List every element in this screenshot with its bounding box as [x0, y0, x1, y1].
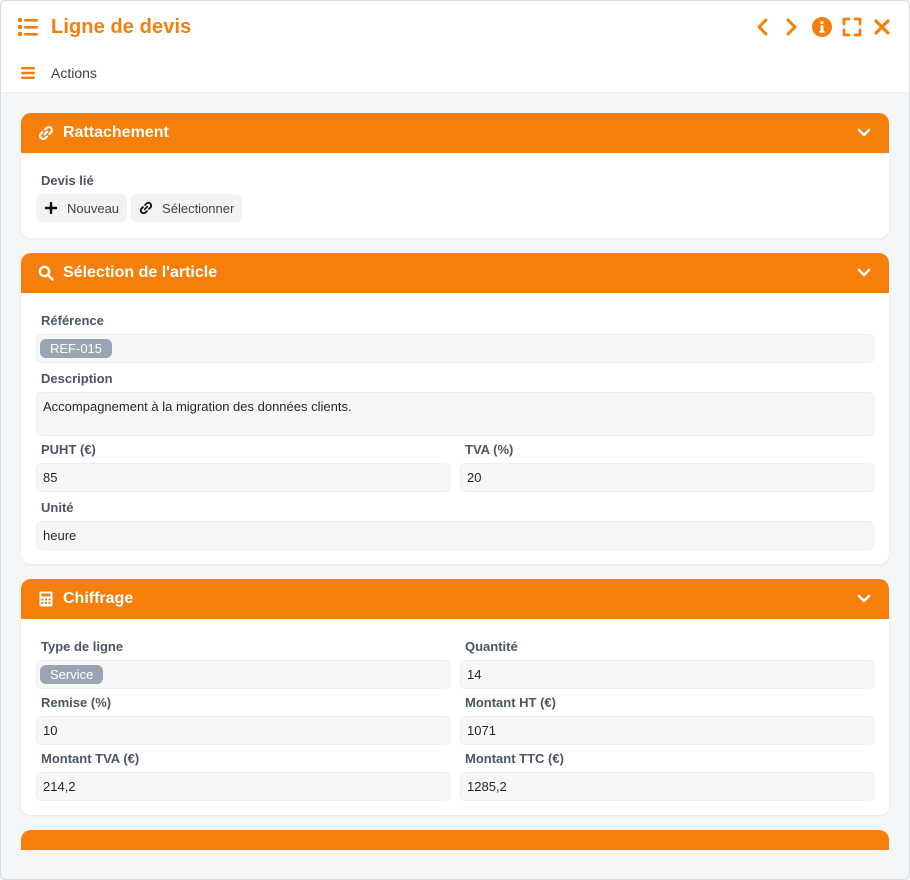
tva-field[interactable]: 20: [460, 463, 874, 492]
section-title: Sélection de l'article: [63, 264, 218, 281]
section-chiffrage: Chiffrage Type de ligne Service Quantité: [21, 579, 889, 815]
link-icon: [37, 124, 55, 142]
title-tools: [751, 16, 893, 38]
puht-field[interactable]: 85: [36, 463, 450, 492]
remise-field[interactable]: 10: [36, 716, 450, 745]
calculator-icon: [37, 590, 55, 608]
chevron-down-icon[interactable]: [855, 264, 873, 282]
unite-label: Unité: [41, 500, 74, 515]
search-icon: [37, 264, 55, 282]
info-icon[interactable]: [811, 16, 833, 38]
section-title: Chiffrage: [63, 590, 134, 607]
reference-tag: REF-015: [40, 339, 113, 358]
link-icon: [139, 201, 153, 215]
montant-tva-label: Montant TVA (€): [41, 751, 140, 766]
actions-bar[interactable]: Actions: [1, 53, 909, 93]
select-button-label: Sélectionner: [162, 200, 235, 216]
chevron-right-icon[interactable]: [781, 16, 803, 38]
close-icon[interactable]: [871, 16, 893, 38]
dialog-window: Ligne de devis Actions Rattachement Devi…: [0, 0, 910, 880]
quantite-field[interactable]: 14: [460, 660, 874, 689]
reference-field[interactable]: REF-015: [36, 334, 874, 363]
hamburger-icon[interactable]: [21, 66, 35, 80]
section-title: Rattachement: [63, 124, 169, 141]
chevron-left-icon[interactable]: [751, 16, 773, 38]
reference-label: Référence: [41, 313, 104, 328]
montant-ttc-label: Montant TTC (€): [465, 751, 564, 766]
puht-label: PUHT (€): [41, 442, 96, 457]
description-field[interactable]: Accompagnement à la migration des donnée…: [36, 392, 874, 436]
section-rattachement: Rattachement Devis lié Nouveau Sélection…: [21, 113, 889, 238]
tva-label: TVA (%): [465, 442, 514, 457]
type-ligne-field[interactable]: Service: [36, 660, 450, 689]
montant-tva-field: 214,2: [36, 772, 450, 801]
montant-ht-field: 1071: [460, 716, 874, 745]
new-button-label: Nouveau: [67, 200, 120, 216]
devis-lie-label: Devis lié: [41, 173, 94, 188]
type-ligne-label: Type de ligne: [41, 639, 124, 654]
actions-menu-label[interactable]: Actions: [51, 65, 97, 81]
remise-label: Remise (%): [41, 695, 112, 710]
section-article: Sélection de l'article Référence REF-015…: [21, 253, 889, 564]
montant-ttc-field: 1285,2: [460, 772, 874, 801]
expand-icon[interactable]: [841, 16, 863, 38]
chevron-down-icon[interactable]: [855, 124, 873, 142]
section-header-article[interactable]: Sélection de l'article: [21, 253, 889, 293]
window-title: Ligne de devis: [51, 15, 192, 38]
section-header-chiffrage[interactable]: Chiffrage: [21, 579, 889, 619]
montant-ht-label: Montant HT (€): [465, 695, 556, 710]
new-button[interactable]: Nouveau: [36, 194, 128, 222]
section-header-partial[interactable]: [21, 830, 889, 850]
title-bar: Ligne de devis: [1, 1, 909, 53]
list-icon: [17, 15, 41, 39]
select-button[interactable]: Sélectionner: [131, 194, 243, 222]
unite-field[interactable]: heure: [36, 521, 874, 550]
form-content: Rattachement Devis lié Nouveau Sélection…: [1, 93, 909, 879]
description-label: Description: [41, 371, 113, 386]
plus-icon: [44, 201, 58, 215]
quantite-label: Quantité: [465, 639, 518, 654]
type-ligne-tag: Service: [40, 665, 104, 684]
section-header-rattachement[interactable]: Rattachement: [21, 113, 889, 153]
chevron-down-icon[interactable]: [855, 590, 873, 608]
devis-lie-actions: Nouveau Sélectionner: [36, 194, 874, 222]
